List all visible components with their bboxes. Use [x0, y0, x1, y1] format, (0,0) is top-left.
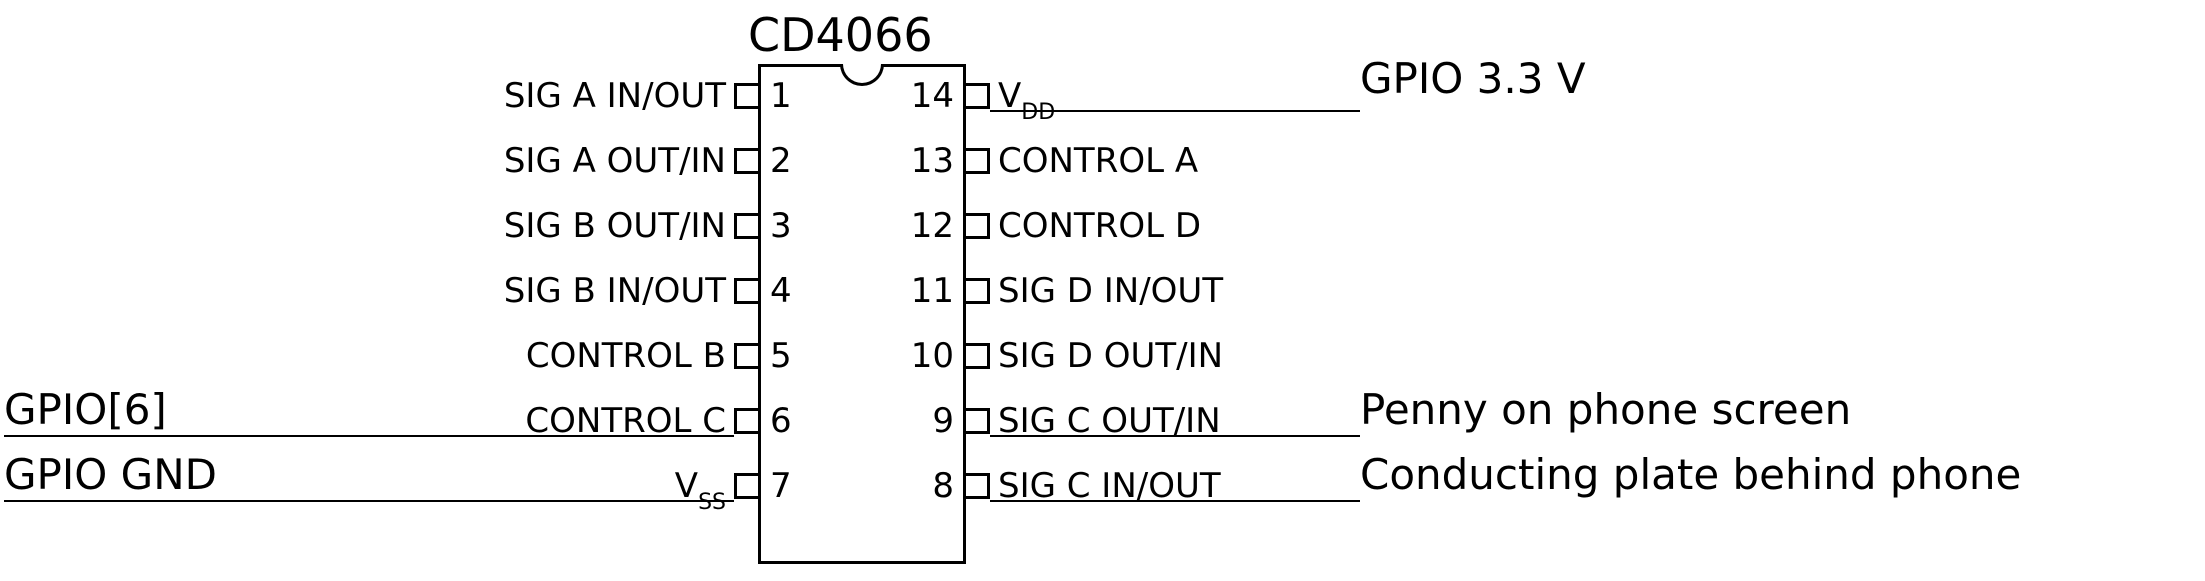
- pin-label: VSS: [675, 466, 726, 511]
- pin-number: 14: [911, 76, 954, 116]
- pin-label: CONTROL A: [998, 141, 1198, 181]
- label-penny: Penny on phone screen: [1360, 385, 1851, 434]
- label-gpio-3v3: GPIO 3.3 V: [1360, 54, 1586, 103]
- pin-number: 11: [911, 271, 954, 311]
- pin-label: VDD: [998, 76, 1055, 121]
- pin-number: 13: [911, 141, 954, 181]
- pin-label: CONTROL B: [526, 336, 726, 376]
- pin-leg: [734, 213, 758, 239]
- pin-number: 7: [770, 466, 792, 506]
- pin-number: 5: [770, 336, 792, 376]
- pin-leg: [966, 473, 990, 499]
- chip-title: CD4066: [748, 8, 933, 62]
- pin-leg: [734, 83, 758, 109]
- pin-leg: [966, 83, 990, 109]
- wire-pin7-gnd: [4, 500, 734, 502]
- wire-pin9-penny: [990, 435, 1360, 437]
- pin-label: SIG A OUT/IN: [504, 141, 726, 181]
- pin-label: SIG D OUT/IN: [998, 336, 1223, 376]
- pin-number: 12: [911, 206, 954, 246]
- pin-label: CONTROL D: [998, 206, 1201, 246]
- pin-number: 3: [770, 206, 792, 246]
- pin-leg: [966, 148, 990, 174]
- pin-label: SIG A IN/OUT: [504, 76, 726, 116]
- pin-number: 9: [932, 401, 954, 441]
- cd4066-pinout-diagram: CD4066 1 SIG A IN/OUT 2 SIG A OUT/IN 3 SIG B O…: [0, 0, 2205, 581]
- label-gpio-gnd: GPIO GND: [4, 450, 217, 499]
- wire-pin8-plate: [990, 500, 1360, 502]
- wire-pin6-gpio6: [4, 435, 734, 437]
- label-gpio6: GPIO[6]: [4, 385, 167, 434]
- pin-leg: [966, 278, 990, 304]
- pin-number: 10: [911, 336, 954, 376]
- wire-pin14-3v3: [990, 110, 1360, 112]
- pin-leg: [966, 408, 990, 434]
- pin-label: SIG B OUT/IN: [504, 206, 726, 246]
- pin-label: SIG B IN/OUT: [504, 271, 726, 311]
- pin-leg: [734, 473, 758, 499]
- pin-leg: [966, 343, 990, 369]
- pin-number: 1: [770, 76, 792, 116]
- pin-leg: [734, 148, 758, 174]
- pin-leg: [734, 278, 758, 304]
- pin-leg: [734, 408, 758, 434]
- pin-number: 6: [770, 401, 792, 441]
- pin-number: 8: [932, 466, 954, 506]
- pin-leg: [734, 343, 758, 369]
- pin-number: 2: [770, 141, 792, 181]
- pin-label: SIG D IN/OUT: [998, 271, 1223, 311]
- label-conducting-plate: Conducting plate behind phone: [1360, 450, 2021, 499]
- pin-number: 4: [770, 271, 792, 311]
- pin-leg: [966, 213, 990, 239]
